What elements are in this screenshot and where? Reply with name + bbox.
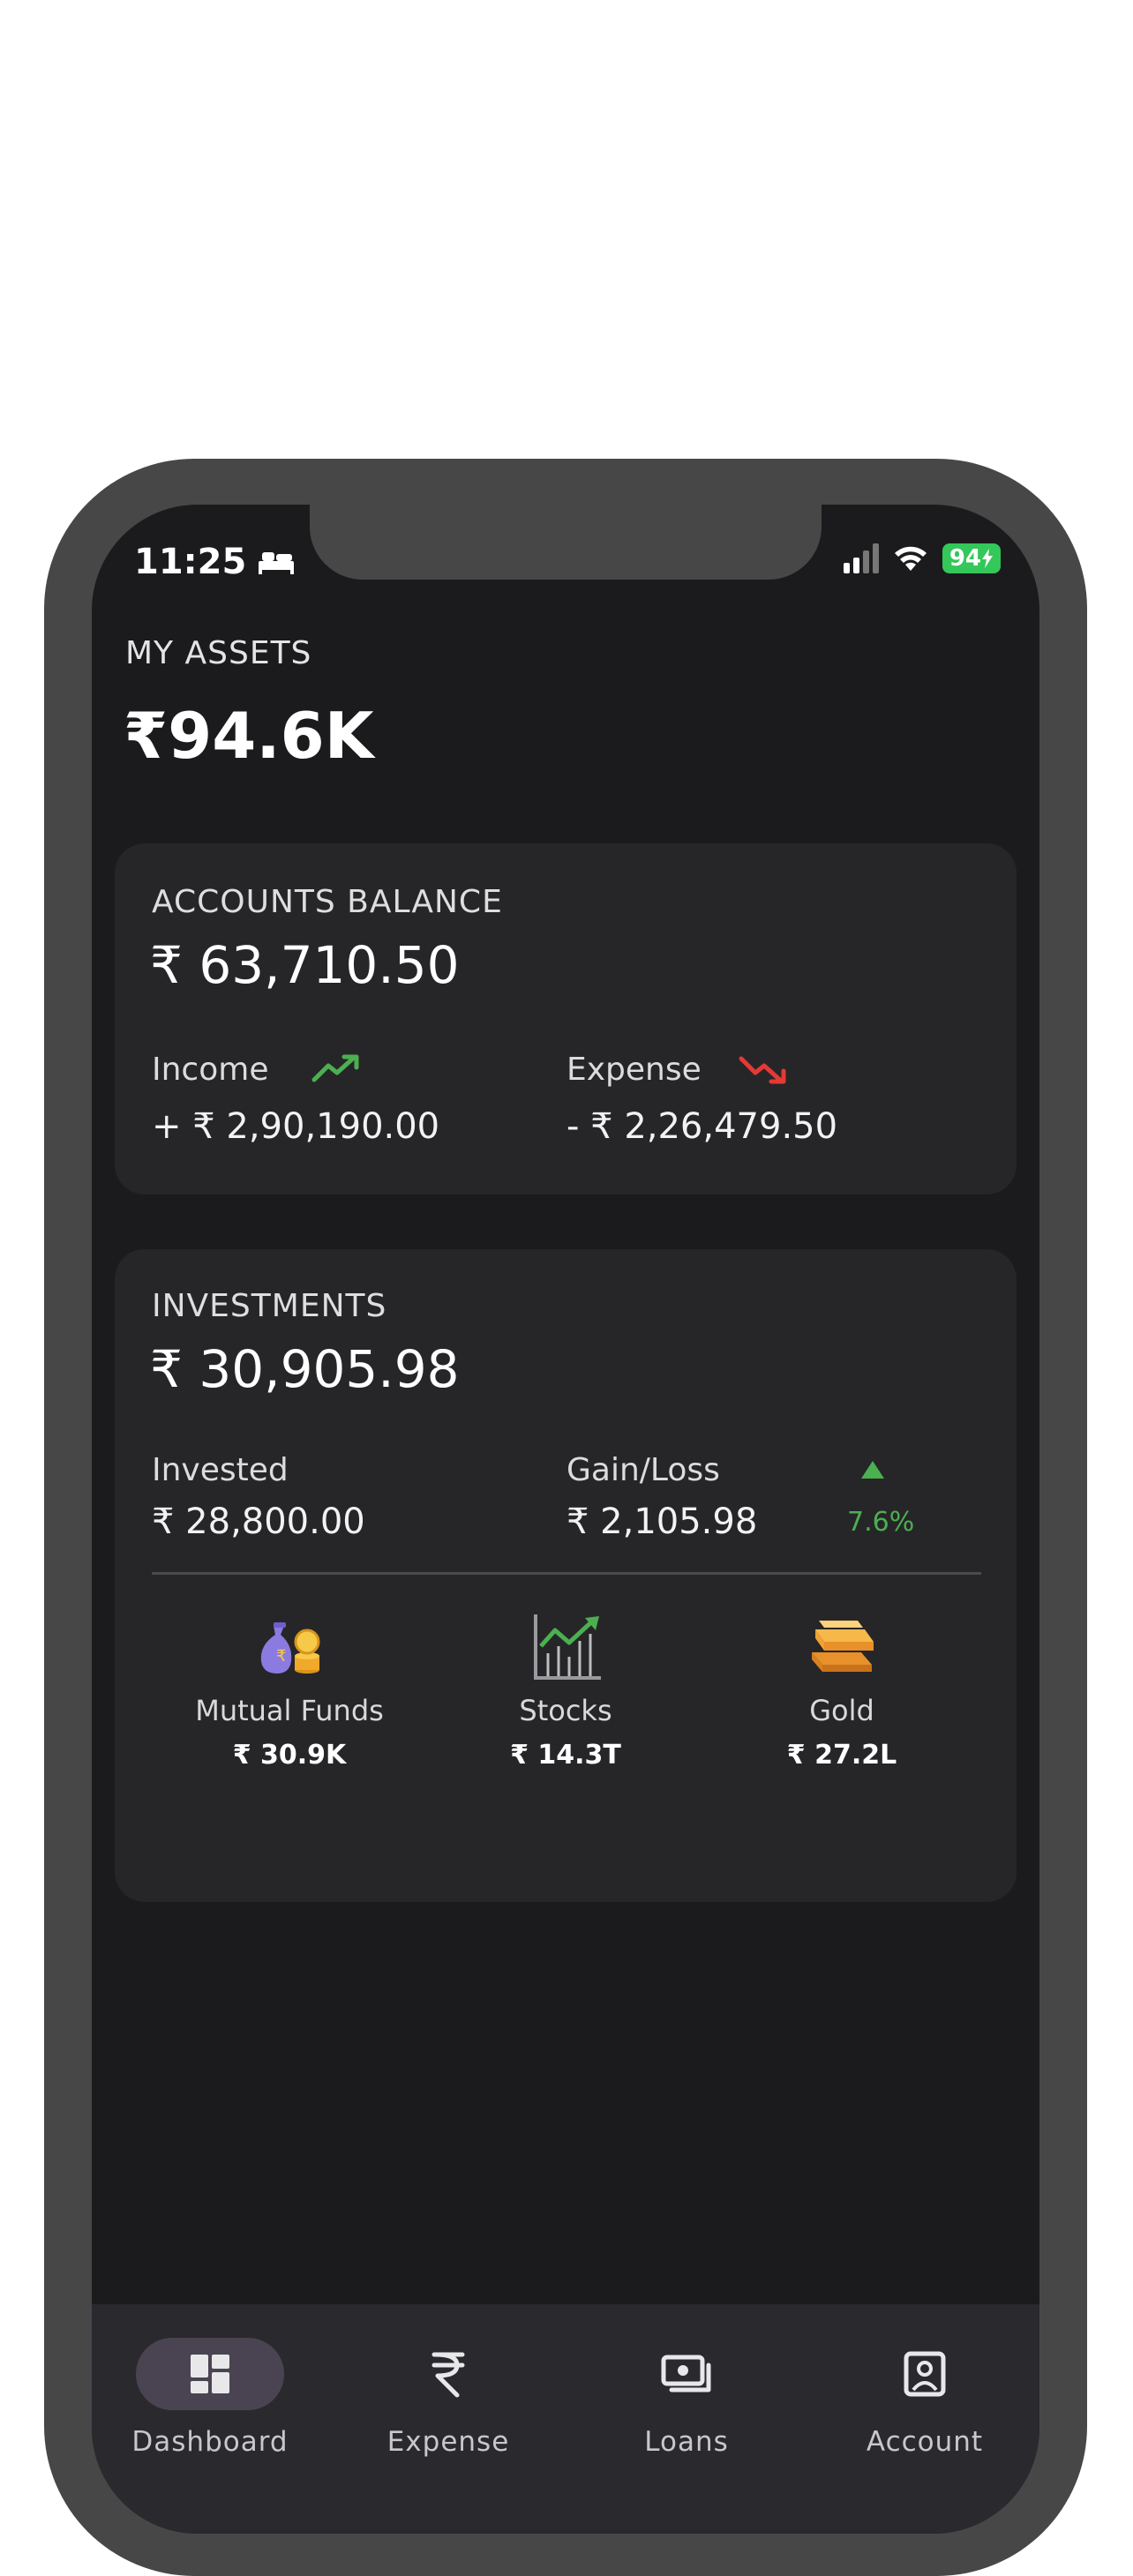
tab-account[interactable]: Account bbox=[810, 2338, 1039, 2458]
invested-value: ₹ 28,800.00 bbox=[152, 1501, 365, 1542]
my-assets-label: MY ASSETS bbox=[125, 635, 312, 671]
gold-value: ₹ 27.2L bbox=[786, 1740, 897, 1771]
investments-divider bbox=[152, 1572, 981, 1575]
gold-item[interactable]: Gold ₹ 27.2L bbox=[709, 1611, 974, 1771]
bottom-tab-bar: Dashboard Expense Loans Account bbox=[92, 2304, 1039, 2534]
wifi-icon bbox=[894, 546, 927, 571]
notch bbox=[310, 505, 822, 580]
gold-bars-icon bbox=[812, 1621, 874, 1672]
investments-title: INVESTMENTS bbox=[152, 1288, 387, 1324]
svg-text:₹: ₹ bbox=[276, 1647, 286, 1666]
income-value: + ₹ 2,90,190.00 bbox=[152, 1106, 440, 1147]
expense-label: Expense bbox=[566, 1052, 702, 1088]
tab-account-label: Account bbox=[866, 2426, 984, 2458]
battery-indicator: 94 bbox=[942, 543, 1001, 573]
accounts-balance-value: ₹ 63,710.50 bbox=[150, 935, 460, 995]
account-icon bbox=[904, 2351, 946, 2397]
tab-loans-label: Loans bbox=[644, 2426, 729, 2458]
investments-card[interactable]: INVESTMENTS ₹ 30,905.98 Invested ₹ 28,80… bbox=[115, 1249, 1017, 1902]
money-bag-icon: ₹ bbox=[260, 1622, 320, 1674]
dashboard-icon bbox=[191, 2355, 229, 2393]
expense-value: - ₹ 2,26,479.50 bbox=[566, 1106, 838, 1147]
my-assets-value: ₹94.6K bbox=[124, 699, 374, 773]
stocks-label: Stocks bbox=[519, 1694, 612, 1727]
rupee-icon bbox=[431, 2352, 465, 2398]
tab-dashboard[interactable]: Dashboard bbox=[95, 2338, 325, 2458]
battery-level: 94 bbox=[949, 545, 981, 572]
status-bar-right: 94 bbox=[843, 543, 1001, 573]
invested-label: Invested bbox=[152, 1452, 289, 1488]
trending-up-icon bbox=[311, 1054, 359, 1082]
time-text: 11:25 bbox=[134, 542, 247, 582]
mutual-funds-value: ₹ 30.9K bbox=[232, 1740, 347, 1771]
gain-loss-percent: 7.6% bbox=[847, 1507, 915, 1538]
gold-label: Gold bbox=[809, 1694, 874, 1727]
gain-loss-label: Gain/Loss bbox=[566, 1452, 720, 1488]
signal-icon bbox=[843, 543, 879, 573]
trending-down-icon bbox=[739, 1056, 786, 1084]
income-label: Income bbox=[152, 1052, 269, 1088]
mutual-funds-label: Mutual Funds bbox=[195, 1694, 384, 1727]
stocks-item[interactable]: Stocks ₹ 14.3T bbox=[433, 1611, 698, 1771]
app-screen: 11:25 94 MY ASSETS ₹94.6K ACCOUNTS BALAN… bbox=[92, 505, 1039, 2534]
charging-bolt-icon bbox=[982, 549, 993, 568]
bed-icon bbox=[259, 552, 295, 574]
gain-up-triangle-icon bbox=[861, 1461, 884, 1479]
gain-loss-value: ₹ 2,105.98 bbox=[566, 1501, 758, 1542]
tab-expense-label: Expense bbox=[386, 2426, 510, 2458]
cash-icon bbox=[661, 2355, 711, 2393]
investments-value: ₹ 30,905.98 bbox=[150, 1339, 460, 1399]
accounts-balance-title: ACCOUNTS BALANCE bbox=[152, 884, 503, 920]
status-bar-time: 11:25 bbox=[134, 542, 296, 582]
stocks-value: ₹ 14.3T bbox=[510, 1740, 621, 1771]
stock-chart-icon bbox=[534, 1614, 601, 1680]
mutual-funds-item[interactable]: ₹ Mutual Funds ₹ 30.9K bbox=[157, 1611, 422, 1771]
tab-dashboard-label: Dashboard bbox=[131, 2426, 289, 2458]
tab-expense[interactable]: Expense bbox=[334, 2338, 563, 2458]
accounts-balance-card[interactable]: ACCOUNTS BALANCE ₹ 63,710.50 Income + ₹ … bbox=[115, 843, 1017, 1194]
tab-loans[interactable]: Loans bbox=[572, 2338, 801, 2458]
